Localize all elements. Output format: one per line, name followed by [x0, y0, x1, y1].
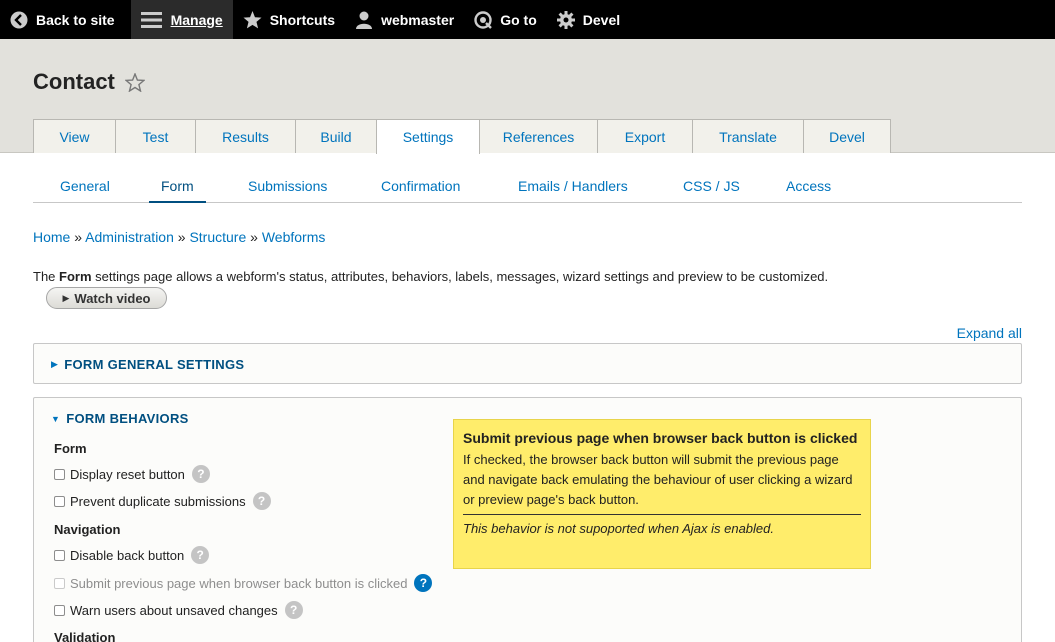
tab-devel[interactable]: Devel: [803, 119, 891, 153]
tab-test[interactable]: Test: [115, 119, 196, 153]
back-to-site-link[interactable]: Back to site: [0, 0, 125, 39]
subtab-general[interactable]: General: [48, 172, 122, 203]
tab-build[interactable]: Build: [295, 119, 377, 153]
devel-toolbar-tab[interactable]: Devel: [547, 0, 630, 39]
prevent-duplicate-checkbox[interactable]: [54, 495, 65, 507]
warn-unsaved-checkbox[interactable]: [54, 604, 65, 616]
description-bold: Form: [59, 269, 92, 284]
breadcrumb-separator: »: [74, 229, 83, 245]
play-icon: ▶: [62, 292, 70, 303]
subtab-emails-handlers[interactable]: Emails / Handlers: [506, 172, 640, 203]
user-label: webmaster: [381, 11, 455, 28]
navigation-group-label: Navigation: [54, 522, 121, 537]
help-icon-active[interactable]: ?: [414, 574, 433, 592]
manage-label: Manage: [170, 11, 223, 28]
primary-tabs: View Test Results Build Settings Referen…: [33, 119, 891, 154]
back-arrow-icon: [10, 11, 28, 28]
expand-all-link[interactable]: Expand all: [957, 325, 1022, 341]
tab-translate[interactable]: Translate: [692, 119, 804, 153]
shortcuts-tab[interactable]: Shortcuts: [233, 0, 345, 39]
help-icon[interactable]: ?: [191, 546, 210, 564]
collapsed-triangle-icon: ▶: [51, 359, 59, 369]
expanded-triangle-icon: ▼: [51, 413, 61, 424]
description-prefix: The: [33, 269, 60, 284]
tooltip-divider: [463, 514, 861, 515]
breadcrumb-structure[interactable]: Structure: [189, 229, 246, 245]
breadcrumb-home[interactable]: Home: [33, 229, 70, 245]
warn-unsaved-label[interactable]: Warn users about unsaved changes: [70, 603, 278, 618]
display-reset-row: Display reset button ?: [54, 465, 210, 483]
help-icon[interactable]: ?: [191, 465, 210, 483]
disable-back-checkbox[interactable]: [54, 549, 65, 561]
disable-back-row: Disable back button ?: [54, 546, 210, 564]
submit-previous-row: Submit previous page when browser back b…: [54, 574, 433, 592]
help-icon[interactable]: ?: [284, 601, 303, 619]
form-group-label: Form: [54, 441, 87, 456]
description-suffix: settings page allows a webform's status,…: [91, 269, 829, 284]
subtab-confirmation[interactable]: Confirmation: [369, 172, 472, 203]
page-title-text: Contact: [33, 69, 115, 94]
devel-toolbar-label: Devel: [582, 11, 621, 28]
subtab-access[interactable]: Access: [774, 172, 843, 203]
page-description: The Form settings page allows a webform'…: [33, 269, 828, 284]
subtab-form[interactable]: Form: [149, 172, 206, 203]
submit-previous-checkbox[interactable]: [54, 577, 65, 589]
breadcrumb-separator: »: [177, 229, 186, 245]
breadcrumb: Home » Administration » Structure » Webf…: [33, 229, 325, 245]
page-title: Contact: [33, 69, 145, 95]
form-general-settings-title: FORM GENERAL SETTINGS: [64, 357, 245, 372]
tab-references[interactable]: References: [479, 119, 598, 153]
form-general-settings-details: ▶ FORM GENERAL SETTINGS: [33, 343, 1022, 384]
shortcuts-label: Shortcuts: [269, 11, 336, 28]
prevent-duplicate-row: Prevent duplicate submissions ?: [54, 492, 271, 510]
goto-label: Go to: [500, 11, 537, 28]
disable-back-label[interactable]: Disable back button: [70, 548, 184, 563]
tab-export[interactable]: Export: [597, 119, 693, 153]
tooltip-title: Submit previous page when browser back b…: [463, 430, 858, 446]
page-header: Contact View Test Results Build Settings…: [0, 39, 1055, 154]
warn-unsaved-row: Warn users about unsaved changes ?: [54, 601, 303, 619]
tooltip-note: This behavior is not supoported when Aja…: [463, 521, 774, 536]
shortcut-star-icon[interactable]: [124, 72, 145, 92]
gear-icon: [556, 10, 575, 29]
form-behaviors-title: FORM BEHAVIORS: [66, 411, 189, 426]
breadcrumb-separator: »: [250, 229, 258, 245]
watch-video-button[interactable]: ▶ Watch video: [46, 287, 167, 309]
form-behaviors-summary[interactable]: ▼ FORM BEHAVIORS: [51, 411, 189, 426]
help-tooltip: Submit previous page when browser back b…: [453, 419, 871, 569]
validation-group-label: Validation: [54, 630, 116, 642]
back-to-site-label: Back to site: [36, 11, 115, 28]
user-tab[interactable]: webmaster: [345, 0, 464, 39]
secondary-tabs: General Form Submissions Confirmation Em…: [33, 172, 1022, 203]
goto-tab[interactable]: Go to: [464, 0, 547, 39]
star-icon: [243, 10, 262, 28]
watch-video-label: Watch video: [74, 290, 151, 306]
breadcrumb-administration[interactable]: Administration: [85, 229, 174, 245]
display-reset-checkbox[interactable]: [54, 468, 65, 480]
subtab-css-js[interactable]: CSS / JS: [671, 172, 752, 203]
tab-results[interactable]: Results: [195, 119, 296, 153]
tooltip-body: If checked, the browser back button will…: [463, 452, 853, 507]
submit-previous-label[interactable]: Submit previous page when browser back b…: [70, 576, 407, 591]
user-icon: [356, 11, 373, 29]
tab-settings[interactable]: Settings: [376, 119, 480, 154]
goto-icon: [474, 10, 493, 29]
form-general-settings-summary[interactable]: ▶ FORM GENERAL SETTINGS: [51, 357, 244, 372]
admin-toolbar: Back to site Manage Shortcuts webmaster …: [0, 0, 1055, 39]
breadcrumb-webforms[interactable]: Webforms: [262, 229, 326, 245]
help-icon[interactable]: ?: [252, 492, 271, 510]
subtab-submissions[interactable]: Submissions: [236, 172, 339, 203]
manage-tab[interactable]: Manage: [130, 0, 233, 39]
display-reset-label[interactable]: Display reset button: [70, 467, 185, 482]
tab-view[interactable]: View: [33, 119, 116, 153]
prevent-duplicate-label[interactable]: Prevent duplicate submissions: [70, 494, 246, 509]
menu-icon: [140, 11, 162, 28]
